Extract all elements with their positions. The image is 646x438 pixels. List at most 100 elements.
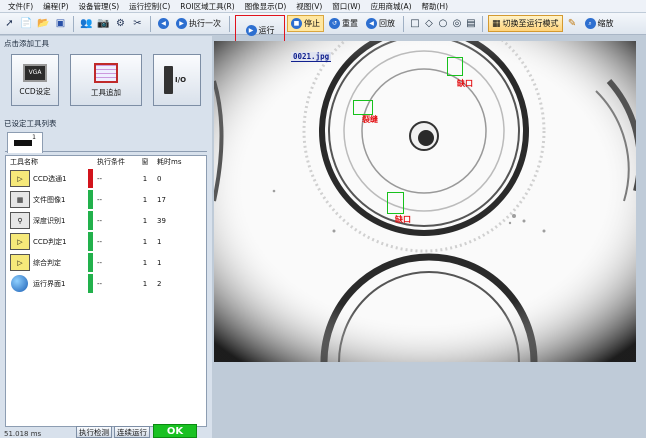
row-time: 17 (157, 195, 166, 204)
add-tool-title: 点击添加工具 (4, 39, 49, 48)
status-bar (88, 211, 93, 230)
playback-icon: ◀ (366, 18, 377, 29)
io-button[interactable]: I/O (153, 54, 201, 106)
menu-help[interactable]: 帮助(H) (422, 1, 449, 12)
row-name: CCD判定1 (33, 237, 67, 246)
status-bar (88, 274, 93, 293)
menu-app-store[interactable]: 应用商城(A) (371, 1, 412, 12)
menu-image-display[interactable]: 图像显示(D) (245, 1, 287, 12)
row-time: 2 (157, 279, 162, 288)
table-row[interactable]: ⚲ 深度识别1 -- 1 39 (6, 210, 206, 231)
defect-box[interactable] (447, 57, 463, 76)
table-row[interactable]: 运行界面1 -- 1 2 (6, 273, 206, 294)
defect-label: 缺口 (457, 79, 473, 88)
circle-tool-icon[interactable]: ○ (437, 18, 449, 30)
tool-table: 工具名称 执行条件 窗 耗时ms ▷ CCD选通1 -- 1 0 ▦ 文件图像1… (5, 155, 207, 427)
users-icon[interactable]: 👥 (79, 16, 94, 32)
row-time: 1 (157, 258, 162, 267)
table-row[interactable]: ▷ 综合判定 -- 1 1 (6, 252, 206, 273)
run-label: 运行 (258, 25, 275, 35)
menu-roi[interactable]: ROI区域工具(R) (180, 1, 234, 12)
toolbar-divider (403, 15, 404, 32)
menu-device[interactable]: 设备管理(S) (79, 1, 120, 12)
row-name: 文件图像1 (33, 195, 66, 204)
io-tower-icon (164, 66, 173, 94)
file-image-icon: ▦ (10, 191, 30, 208)
globe-icon (11, 275, 28, 292)
menu-window[interactable]: 窗口(W) (332, 1, 360, 12)
menu-file[interactable]: 文件(F) (8, 1, 33, 12)
row-time: 1 (157, 237, 162, 246)
row-condition: -- (97, 279, 103, 288)
back-icon[interactable]: ◀ (156, 16, 171, 32)
col-window: 窗 (141, 158, 149, 166)
new-file-icon[interactable]: 📄 (19, 16, 34, 32)
save-icon[interactable]: ▣ (53, 16, 68, 32)
tool-add-button[interactable]: 工具追加 (70, 54, 142, 106)
ring-tool-icon[interactable]: ◎ (451, 18, 463, 30)
tool-list-title: 已设定工具列表 (4, 119, 57, 128)
tab-number: 1 (32, 133, 36, 141)
ccd-setting-label: CCD设定 (19, 86, 51, 96)
image-viewer[interactable]: 0021.jpg 缺口 裂缝 缺口 (214, 41, 636, 362)
menu-bar: 文件(F) 编程(P) 设备管理(S) 运行控制(C) ROI区域工具(R) 图… (0, 0, 646, 12)
run-once-button[interactable]: ▶ 执行一次 (173, 15, 224, 32)
row-condition: -- (97, 237, 103, 246)
col-condition: 执行条件 (97, 158, 125, 166)
defect-box[interactable] (353, 100, 373, 115)
ccd-setting-button[interactable]: VGA CCD设定 (11, 54, 59, 106)
row-condition: -- (97, 258, 103, 267)
menu-view[interactable]: 视图(V) (296, 1, 322, 12)
camera-icon[interactable]: 📷 (96, 16, 111, 32)
row-time: 39 (157, 216, 166, 225)
switch-mode-button[interactable]: ▦ 切换至运行模式 (488, 15, 563, 32)
row-name-cell: 运行界面1 (6, 275, 88, 292)
table-row[interactable]: ▷ CCD选通1 -- 1 0 (6, 168, 206, 189)
row-name: 综合判定 (33, 258, 61, 267)
pointer-icon[interactable]: ➚ (2, 16, 17, 32)
row-name: CCD选通1 (33, 174, 67, 183)
row-condition: -- (97, 195, 103, 204)
row-name-cell: ▷ CCD判定1 (6, 233, 88, 250)
exec-detect-button[interactable]: 执行检测 (76, 426, 112, 438)
settings-icon[interactable]: ⚙ (113, 16, 128, 32)
defect-box[interactable] (387, 192, 404, 214)
deep-recognition-icon: ⚲ (10, 212, 30, 229)
inspection-image (214, 41, 636, 362)
continuous-run-button[interactable]: 连续运行 (114, 426, 150, 438)
tab-tool-list-1[interactable]: 1 (7, 132, 43, 153)
row-name-cell: ▷ CCD选通1 (6, 170, 88, 187)
stop-label: 停止 (304, 19, 320, 28)
io-icon: I/O (164, 65, 190, 95)
ruler-icon[interactable]: ✎ (565, 16, 580, 32)
open-folder-icon[interactable]: 📂 (36, 16, 51, 32)
table-header: 工具名称 执行条件 窗 耗时ms (6, 156, 206, 168)
zoom-button[interactable]: ⌕ 缩放 (582, 15, 617, 32)
reset-icon: ↺ (329, 18, 340, 29)
col-time: 耗时ms (157, 158, 182, 166)
toolbar-divider (482, 15, 483, 32)
defect-label: 裂缝 (362, 115, 378, 124)
rectangle-tool-icon[interactable]: □ (409, 18, 421, 30)
elapsed-time: 51.018 ms (4, 430, 42, 438)
row-name: 深度识别1 (33, 216, 66, 225)
table-row[interactable]: ▦ 文件图像1 -- 1 17 (6, 189, 206, 210)
table-row[interactable]: ▷ CCD判定1 -- 1 1 (6, 231, 206, 252)
stop-button[interactable]: ■ 停止 (287, 15, 324, 32)
run-once-icon: ▶ (176, 18, 187, 29)
diamond-tool-icon[interactable]: ◇ (423, 18, 435, 30)
tool-add-icon (94, 62, 118, 83)
run-once-label: 执行一次 (189, 19, 221, 28)
status-bar (88, 253, 93, 272)
toolbar-divider (229, 15, 230, 32)
playback-button[interactable]: ◀ 回放 (363, 15, 398, 32)
menu-run-control[interactable]: 运行控制(C) (129, 1, 170, 12)
menu-edit[interactable]: 编程(P) (43, 1, 68, 12)
row-window: 1 (142, 195, 148, 204)
tools-icon[interactable]: ✂ (130, 16, 145, 32)
row-name-cell: ▦ 文件图像1 (6, 191, 88, 208)
row-window: 1 (142, 258, 148, 267)
zoom-icon: ⌕ (584, 18, 596, 29)
list-tool-icon[interactable]: ▤ (465, 18, 477, 30)
reset-button[interactable]: ↺ 重置 (326, 15, 361, 32)
